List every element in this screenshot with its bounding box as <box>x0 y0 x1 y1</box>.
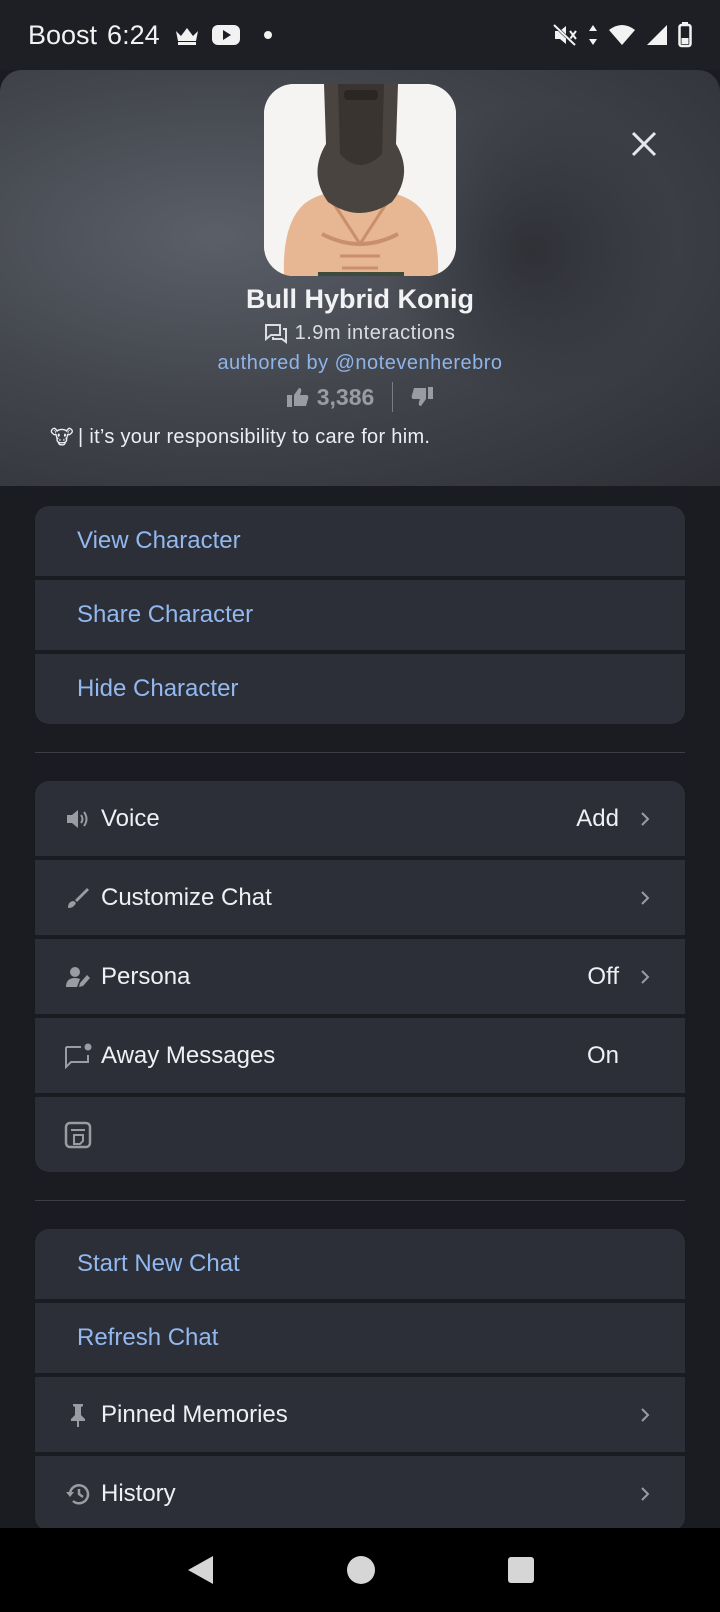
history-icon <box>66 1483 90 1505</box>
like-count: 3,386 <box>316 383 375 410</box>
start-new-chat-label: Start New Chat <box>77 1250 240 1277</box>
author-link[interactable]: authored by @notevenherebro <box>0 352 720 375</box>
interactions-count: 1.9m interactions <box>0 322 720 345</box>
clock: 6:24 <box>107 19 160 50</box>
divider <box>35 1200 685 1201</box>
persona-setting[interactable]: Persona Off <box>35 939 685 1014</box>
tagline-text: | it’s your responsibility to care for h… <box>77 426 431 448</box>
away-messages-label: Away Messages <box>101 1041 276 1069</box>
pinned-memories-label: Pinned Memories <box>101 1400 288 1428</box>
voice-label: Voice <box>101 804 160 832</box>
brush-icon <box>68 887 89 908</box>
away-messages-setting[interactable]: Away Messages On <box>35 1018 685 1093</box>
cow-emoji: 🐮 <box>50 427 74 449</box>
status-bar: Boost 6:24 <box>0 0 720 70</box>
chevron-right-icon <box>641 811 650 826</box>
crown-icon <box>175 28 198 45</box>
wifi-icon <box>609 25 635 45</box>
character-name: Bull Hybrid Konig <box>246 284 474 314</box>
close-button[interactable] <box>624 124 664 164</box>
hide-character-label: Hide Character <box>77 675 239 702</box>
carrier-label: Boost <box>28 19 98 50</box>
refresh-chat-label: Refresh Chat <box>77 1324 219 1351</box>
character-header: Bull Hybrid Konig 1.9m interactions auth… <box>0 70 720 486</box>
speaker-icon <box>67 809 88 828</box>
customize-chat-setting[interactable]: Customize Chat <box>35 860 685 935</box>
refresh-chat-button[interactable]: Refresh Chat <box>35 1303 685 1373</box>
data-arrows-icon <box>589 25 597 45</box>
share-character-label: Share Character <box>77 601 254 628</box>
pinned-memories-setting[interactable]: Pinned Memories <box>35 1377 685 1452</box>
mute-icon <box>552 23 577 47</box>
chevron-right-icon <box>641 1407 650 1422</box>
voice-value: Add <box>576 804 619 832</box>
customize-chat-label: Customize Chat <box>101 883 272 911</box>
vote-divider <box>392 382 394 412</box>
hide-character-button[interactable]: Hide Character <box>35 654 685 724</box>
chevron-right-icon <box>641 1486 650 1501</box>
thumbs-up-icon <box>286 388 309 407</box>
thumbs-down-icon[interactable] <box>411 387 434 407</box>
voice-setting[interactable]: Voice Add <box>35 781 685 856</box>
youtube-icon <box>211 25 240 45</box>
history-setting[interactable]: History <box>35 1456 685 1531</box>
home-icon[interactable] <box>345 1554 377 1586</box>
sticker-icon <box>64 1121 92 1148</box>
character-tagline: 🐮 | it’s your responsibility to care for… <box>50 425 430 450</box>
chat-settings-group: Voice Add Customize Chat Persona Off Awa… <box>35 781 685 1172</box>
options-panel: View Character Share Character Hide Char… <box>35 506 685 1531</box>
persona-value: Off <box>587 962 619 990</box>
persona-label: Persona <box>101 962 191 990</box>
chevron-right-icon <box>641 890 650 905</box>
back-icon[interactable] <box>185 1554 215 1586</box>
recents-icon[interactable] <box>507 1556 535 1584</box>
system-nav-bar <box>0 1528 720 1612</box>
persona-icon <box>66 966 90 987</box>
history-label: History <box>101 1479 176 1507</box>
dot-icon <box>263 31 272 39</box>
start-new-chat-button[interactable]: Start New Chat <box>35 1229 685 1299</box>
chevron-right-icon <box>641 969 650 984</box>
character-avatar <box>264 84 456 276</box>
view-character-label: View Character <box>77 527 241 554</box>
signal-icon <box>647 25 667 45</box>
like-button[interactable]: 3,386 <box>286 383 375 411</box>
sticker-setting[interactable] <box>35 1097 685 1172</box>
battery-icon <box>678 22 692 48</box>
character-actions: View Character Share Character Hide Char… <box>35 506 685 724</box>
interactions-label: 1.9m interactions <box>294 322 456 344</box>
away-messages-value: On <box>586 1041 619 1069</box>
vote-bar: 3,386 <box>0 382 720 412</box>
close-icon <box>631 131 657 157</box>
chat-bubbles-icon <box>264 323 287 344</box>
divider <box>35 752 685 753</box>
share-character-button[interactable]: Share Character <box>35 580 685 650</box>
message-notify-icon <box>65 1043 92 1069</box>
chat-actions-group: Start New Chat Refresh Chat Pinned Memor… <box>35 1229 685 1531</box>
view-character-button[interactable]: View Character <box>35 506 685 576</box>
pin-icon <box>71 1403 85 1427</box>
